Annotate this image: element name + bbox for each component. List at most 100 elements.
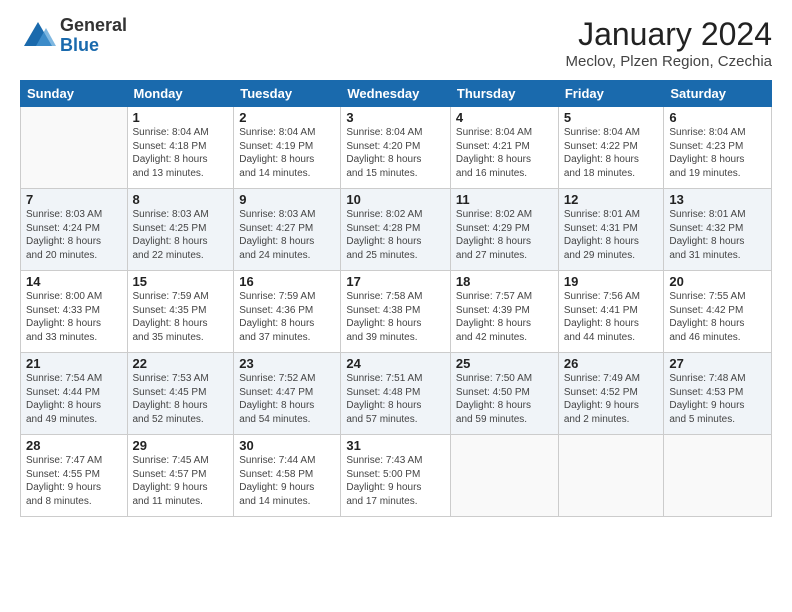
day-info: Sunrise: 8:04 AMSunset: 4:18 PMDaylight:… [133,126,229,180]
table-row: 31Sunrise: 7:43 AMSunset: 5:00 PMDayligh… [341,435,451,517]
day-info: Sunrise: 7:57 AMSunset: 4:39 PMDaylight:… [456,290,553,344]
table-row: 18Sunrise: 7:57 AMSunset: 4:39 PMDayligh… [450,271,558,353]
table-row: 24Sunrise: 7:51 AMSunset: 4:48 PMDayligh… [341,353,451,435]
calendar-week-row: 28Sunrise: 7:47 AMSunset: 4:55 PMDayligh… [21,435,772,517]
table-row: 3Sunrise: 8:04 AMSunset: 4:20 PMDaylight… [341,107,451,189]
day-info: Sunrise: 8:02 AMSunset: 4:28 PMDaylight:… [346,208,445,262]
page-header: General Blue January 2024 Meclov, Plzen … [20,16,772,70]
day-info: Sunrise: 8:00 AMSunset: 4:33 PMDaylight:… [26,290,122,344]
day-number: 4 [456,110,553,125]
day-info: Sunrise: 7:54 AMSunset: 4:44 PMDaylight:… [26,372,122,426]
day-info: Sunrise: 7:55 AMSunset: 4:42 PMDaylight:… [669,290,766,344]
day-info: Sunrise: 7:59 AMSunset: 4:35 PMDaylight:… [133,290,229,344]
table-row [450,435,558,517]
table-row: 22Sunrise: 7:53 AMSunset: 4:45 PMDayligh… [127,353,234,435]
day-number: 16 [239,274,335,289]
logo: General Blue [20,16,127,56]
calendar-week-row: 7Sunrise: 8:03 AMSunset: 4:24 PMDaylight… [21,189,772,271]
day-info: Sunrise: 7:45 AMSunset: 4:57 PMDaylight:… [133,454,229,508]
col-sunday: Sunday [21,81,128,107]
day-number: 15 [133,274,229,289]
day-info: Sunrise: 7:59 AMSunset: 4:36 PMDaylight:… [239,290,335,344]
table-row: 2Sunrise: 8:04 AMSunset: 4:19 PMDaylight… [234,107,341,189]
logo-blue-text: Blue [60,36,127,56]
table-row: 23Sunrise: 7:52 AMSunset: 4:47 PMDayligh… [234,353,341,435]
day-number: 8 [133,192,229,207]
table-row: 10Sunrise: 8:02 AMSunset: 4:28 PMDayligh… [341,189,451,271]
table-row: 1Sunrise: 8:04 AMSunset: 4:18 PMDaylight… [127,107,234,189]
day-number: 19 [564,274,659,289]
col-friday: Friday [558,81,664,107]
title-section: January 2024 Meclov, Plzen Region, Czech… [566,16,772,70]
day-info: Sunrise: 8:01 AMSunset: 4:32 PMDaylight:… [669,208,766,262]
day-info: Sunrise: 8:01 AMSunset: 4:31 PMDaylight:… [564,208,659,262]
month-title: January 2024 [566,16,772,53]
day-info: Sunrise: 7:50 AMSunset: 4:50 PMDaylight:… [456,372,553,426]
table-row: 14Sunrise: 8:00 AMSunset: 4:33 PMDayligh… [21,271,128,353]
table-row: 26Sunrise: 7:49 AMSunset: 4:52 PMDayligh… [558,353,664,435]
day-info: Sunrise: 8:04 AMSunset: 4:20 PMDaylight:… [346,126,445,180]
day-info: Sunrise: 7:44 AMSunset: 4:58 PMDaylight:… [239,454,335,508]
day-number: 30 [239,438,335,453]
day-info: Sunrise: 8:04 AMSunset: 4:22 PMDaylight:… [564,126,659,180]
table-row: 17Sunrise: 7:58 AMSunset: 4:38 PMDayligh… [341,271,451,353]
table-row: 21Sunrise: 7:54 AMSunset: 4:44 PMDayligh… [21,353,128,435]
day-number: 10 [346,192,445,207]
day-info: Sunrise: 8:03 AMSunset: 4:25 PMDaylight:… [133,208,229,262]
table-row [664,435,772,517]
day-info: Sunrise: 7:56 AMSunset: 4:41 PMDaylight:… [564,290,659,344]
day-number: 20 [669,274,766,289]
day-number: 17 [346,274,445,289]
col-tuesday: Tuesday [234,81,341,107]
day-number: 3 [346,110,445,125]
calendar-table: Sunday Monday Tuesday Wednesday Thursday… [20,80,772,517]
table-row: 25Sunrise: 7:50 AMSunset: 4:50 PMDayligh… [450,353,558,435]
day-number: 31 [346,438,445,453]
col-thursday: Thursday [450,81,558,107]
logo-general-text: General [60,16,127,36]
day-number: 2 [239,110,335,125]
day-number: 26 [564,356,659,371]
table-row: 6Sunrise: 8:04 AMSunset: 4:23 PMDaylight… [664,107,772,189]
day-info: Sunrise: 7:51 AMSunset: 4:48 PMDaylight:… [346,372,445,426]
day-info: Sunrise: 7:48 AMSunset: 4:53 PMDaylight:… [669,372,766,426]
table-row: 7Sunrise: 8:03 AMSunset: 4:24 PMDaylight… [21,189,128,271]
calendar-week-row: 14Sunrise: 8:00 AMSunset: 4:33 PMDayligh… [21,271,772,353]
day-info: Sunrise: 8:04 AMSunset: 4:21 PMDaylight:… [456,126,553,180]
day-number: 25 [456,356,553,371]
day-number: 1 [133,110,229,125]
day-number: 18 [456,274,553,289]
col-monday: Monday [127,81,234,107]
day-number: 27 [669,356,766,371]
col-saturday: Saturday [664,81,772,107]
table-row: 12Sunrise: 8:01 AMSunset: 4:31 PMDayligh… [558,189,664,271]
day-info: Sunrise: 8:03 AMSunset: 4:24 PMDaylight:… [26,208,122,262]
day-info: Sunrise: 7:43 AMSunset: 5:00 PMDaylight:… [346,454,445,508]
table-row: 20Sunrise: 7:55 AMSunset: 4:42 PMDayligh… [664,271,772,353]
day-number: 23 [239,356,335,371]
table-row: 13Sunrise: 8:01 AMSunset: 4:32 PMDayligh… [664,189,772,271]
table-row: 28Sunrise: 7:47 AMSunset: 4:55 PMDayligh… [21,435,128,517]
table-row: 29Sunrise: 7:45 AMSunset: 4:57 PMDayligh… [127,435,234,517]
table-row: 11Sunrise: 8:02 AMSunset: 4:29 PMDayligh… [450,189,558,271]
calendar-week-row: 21Sunrise: 7:54 AMSunset: 4:44 PMDayligh… [21,353,772,435]
day-info: Sunrise: 8:04 AMSunset: 4:19 PMDaylight:… [239,126,335,180]
table-row: 19Sunrise: 7:56 AMSunset: 4:41 PMDayligh… [558,271,664,353]
day-number: 21 [26,356,122,371]
day-number: 11 [456,192,553,207]
day-number: 22 [133,356,229,371]
calendar-header-row: Sunday Monday Tuesday Wednesday Thursday… [21,81,772,107]
day-info: Sunrise: 7:49 AMSunset: 4:52 PMDaylight:… [564,372,659,426]
table-row: 9Sunrise: 8:03 AMSunset: 4:27 PMDaylight… [234,189,341,271]
table-row: 27Sunrise: 7:48 AMSunset: 4:53 PMDayligh… [664,353,772,435]
day-info: Sunrise: 7:47 AMSunset: 4:55 PMDaylight:… [26,454,122,508]
day-number: 6 [669,110,766,125]
day-number: 13 [669,192,766,207]
table-row: 5Sunrise: 8:04 AMSunset: 4:22 PMDaylight… [558,107,664,189]
day-number: 12 [564,192,659,207]
table-row: 15Sunrise: 7:59 AMSunset: 4:35 PMDayligh… [127,271,234,353]
table-row [21,107,128,189]
col-wednesday: Wednesday [341,81,451,107]
calendar-week-row: 1Sunrise: 8:04 AMSunset: 4:18 PMDaylight… [21,107,772,189]
day-number: 5 [564,110,659,125]
